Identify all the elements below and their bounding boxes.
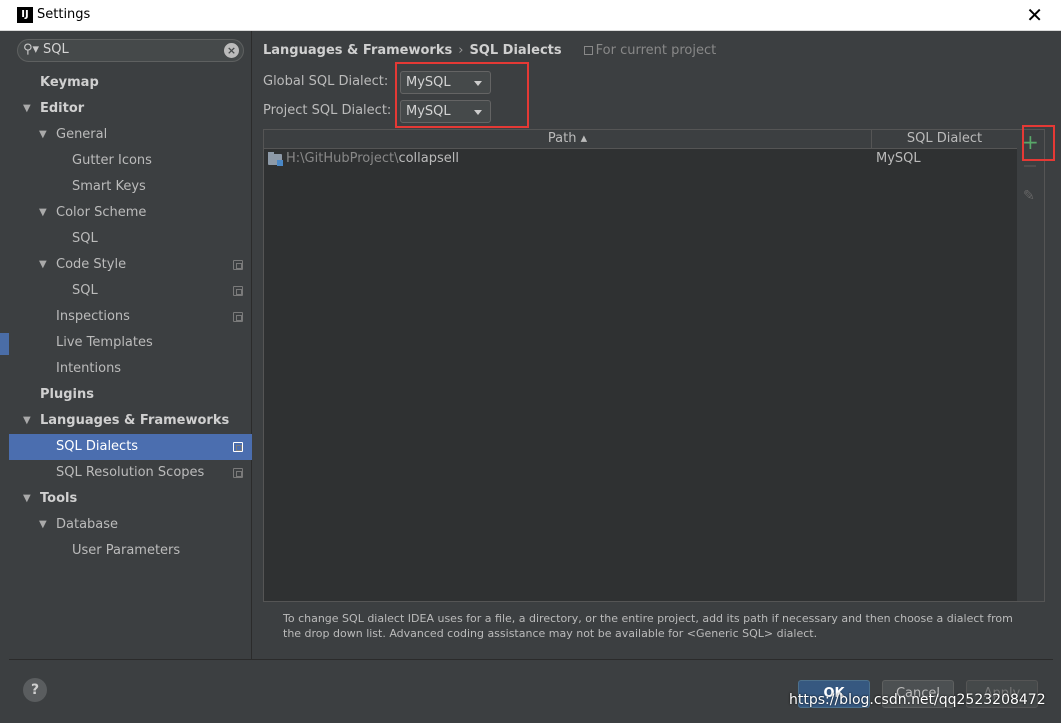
column-header-sql-dialect[interactable]: SQL Dialect <box>872 130 1017 149</box>
tree-item-code-style[interactable]: ▼ Code Style <box>9 252 252 278</box>
folder-icon <box>268 152 283 166</box>
settings-tree: Keymap ▼ Editor ▼ General Gutter Icons Sma… <box>9 70 252 564</box>
table-toolbar: + ✎ <box>1017 129 1045 602</box>
search-input[interactable]: SQL <box>43 42 69 57</box>
breadcrumb-parent[interactable]: Languages & Frameworks <box>263 43 452 58</box>
project-dialect-label: Project SQL Dialect: <box>263 103 392 118</box>
settings-window: IJ Settings ✕ ⚲▾ SQL × Keymap ▼ Editor ▼ G… <box>0 0 1061 723</box>
tree-item-label: SQL <box>72 231 98 246</box>
background-window-right <box>1053 0 1061 723</box>
path-prefix: H:\GitHubProject\ <box>286 151 399 166</box>
watermark-text: https://blog.csdn.net/qq2523208472 <box>789 692 1046 708</box>
expand-arrow-icon[interactable]: ▼ <box>39 122 47 148</box>
table-header: Path ▴ SQL Dialect <box>264 130 1017 149</box>
tree-item-label: User Parameters <box>72 543 181 558</box>
tree-item-gutter-icons[interactable]: Gutter Icons <box>9 148 252 174</box>
tree-item-live-templates[interactable]: Live Templates <box>9 330 252 356</box>
tree-item-intentions[interactable]: Intentions <box>9 356 252 382</box>
remove-icon[interactable] <box>1024 165 1036 167</box>
tree-item-color-scheme-sql[interactable]: SQL <box>9 226 252 252</box>
project-scope-icon <box>233 442 243 452</box>
expand-arrow-icon[interactable]: ▼ <box>23 486 31 512</box>
expand-arrow-icon[interactable]: ▼ <box>39 252 47 278</box>
tree-item-languages-frameworks[interactable]: ▼ Languages & Frameworks <box>9 408 252 434</box>
tree-item-label: Languages & Frameworks <box>40 413 230 428</box>
dialog-footer: ? OK Cancel Apply <box>9 659 1053 723</box>
path-name: collapsell <box>398 151 459 166</box>
search-field[interactable]: ⚲▾ SQL × <box>17 39 244 62</box>
tree-item-label: Keymap <box>40 75 99 90</box>
tree-item-label: Intentions <box>56 361 122 376</box>
settings-sidebar: ⚲▾ SQL × Keymap ▼ Editor ▼ General Gutter … <box>9 31 252 659</box>
annotation-highlight-box <box>395 62 529 128</box>
tree-item-code-style-sql[interactable]: SQL <box>9 278 252 304</box>
tree-item-editor[interactable]: ▼ Editor <box>9 96 252 122</box>
dialect-cell[interactable]: MySQL <box>876 150 921 168</box>
tree-item-label: Inspections <box>56 309 130 324</box>
column-header-path[interactable]: Path ▴ <box>264 130 872 149</box>
tree-item-label: Tools <box>40 491 78 506</box>
tree-item-smart-keys[interactable]: Smart Keys <box>9 174 252 200</box>
tree-item-database[interactable]: ▼ Database <box>9 512 252 538</box>
project-scope-icon <box>233 468 243 478</box>
tree-item-tools[interactable]: ▼ Tools <box>9 486 252 512</box>
expand-arrow-icon[interactable]: ▼ <box>39 200 47 226</box>
help-icon[interactable]: ? <box>23 678 47 702</box>
tree-item-inspections[interactable]: Inspections <box>9 304 252 330</box>
edit-icon[interactable]: ✎ <box>1023 188 1035 204</box>
intellij-app-icon: IJ <box>17 7 33 23</box>
project-scope-icon <box>583 46 593 55</box>
tree-item-label: Plugins <box>40 387 94 402</box>
close-icon[interactable]: ✕ <box>1026 3 1043 27</box>
clear-search-icon[interactable]: × <box>224 43 239 58</box>
tree-item-label: Gutter Icons <box>72 153 152 168</box>
project-scope-icon <box>233 260 243 270</box>
tree-item-label: Code Style <box>56 257 127 272</box>
tree-item-label: Database <box>56 517 119 532</box>
window-title: Settings <box>37 7 91 22</box>
tree-item-plugins[interactable]: Plugins <box>9 382 252 408</box>
help-hint-text: To change SQL dialect IDEA uses for a fi… <box>283 612 1013 640</box>
breadcrumb: Languages & Frameworks › SQL Dialects For c… <box>263 43 716 58</box>
tree-item-label: Editor <box>40 101 85 116</box>
search-icon[interactable]: ⚲▾ <box>23 42 39 57</box>
project-scope-icon <box>233 312 243 322</box>
tree-item-user-parameters[interactable]: User Parameters <box>9 538 252 564</box>
expand-arrow-icon[interactable]: ▼ <box>39 512 47 538</box>
tree-item-color-scheme[interactable]: ▼ Color Scheme <box>9 200 252 226</box>
settings-content: Languages & Frameworks › SQL Dialects For c… <box>253 31 1055 659</box>
background-window-left <box>0 0 9 723</box>
breadcrumb-separator: › <box>458 43 464 58</box>
tree-item-keymap[interactable]: Keymap <box>9 70 252 96</box>
tree-item-label: Live Templates <box>56 335 153 350</box>
table-body: H:\GitHubProject\collapsell MySQL <box>264 150 1017 170</box>
tree-item-sql-dialects[interactable]: SQL Dialects <box>9 434 252 460</box>
breadcrumb-current: SQL Dialects <box>469 43 562 58</box>
expand-arrow-icon[interactable]: ▼ <box>23 96 31 122</box>
scope-label: For current project <box>595 43 717 58</box>
tree-item-label: SQL <box>72 283 98 298</box>
tree-item-label: General <box>56 127 108 142</box>
project-scope-icon <box>233 286 243 296</box>
tree-item-sql-resolution-scopes[interactable]: SQL Resolution Scopes <box>9 460 252 486</box>
dialect-mappings-table: Path ▴ SQL Dialect H:\GitHubProject\coll… <box>263 129 1018 602</box>
table-row[interactable]: H:\GitHubProject\collapsell MySQL <box>264 150 1017 170</box>
tree-item-general[interactable]: ▼ General <box>9 122 252 148</box>
background-highlight <box>0 333 9 355</box>
tree-item-label: Smart Keys <box>72 179 146 194</box>
title-bar: IJ Settings ✕ <box>0 0 1061 31</box>
global-dialect-label: Global SQL Dialect: <box>263 74 389 89</box>
path-cell: H:\GitHubProject\collapsell <box>286 150 459 168</box>
tree-item-label: SQL Dialects <box>56 439 139 454</box>
expand-arrow-icon[interactable]: ▼ <box>23 408 31 434</box>
tree-item-label: SQL Resolution Scopes <box>56 465 205 480</box>
tree-item-label: Color Scheme <box>56 205 147 220</box>
annotation-highlight-box <box>1022 125 1055 161</box>
